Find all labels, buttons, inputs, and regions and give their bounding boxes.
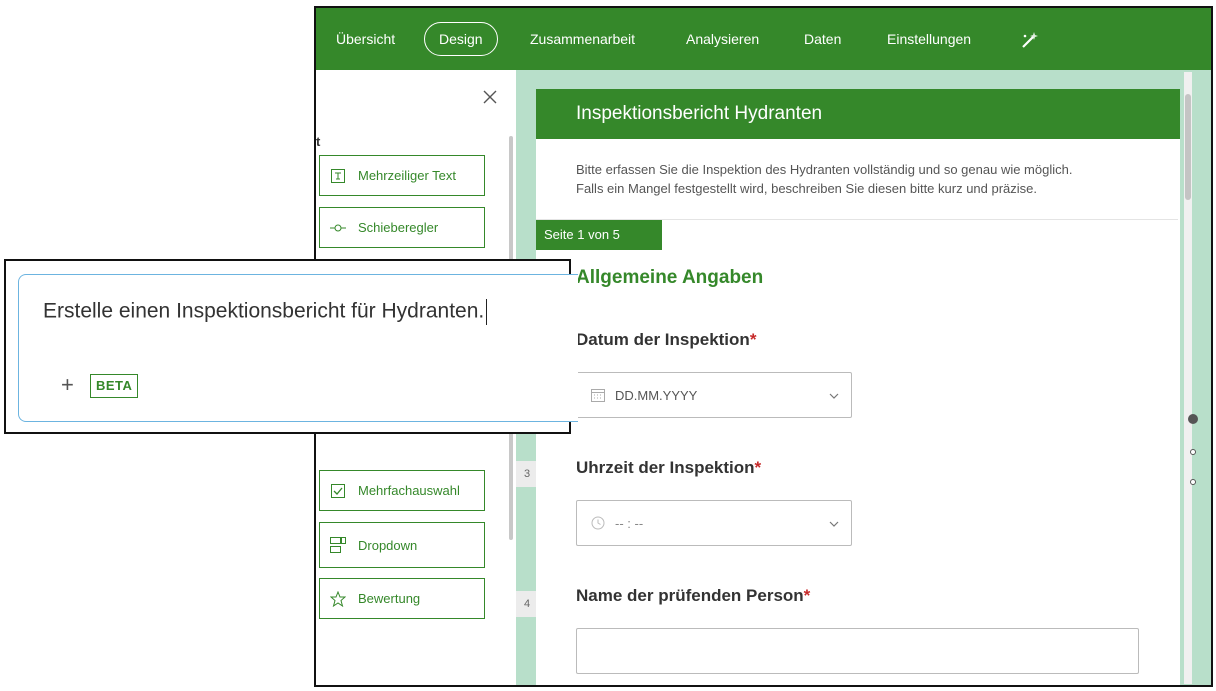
add-icon[interactable]: + <box>61 372 74 398</box>
element-multiline-text[interactable]: Mehrzeiliger Text <box>319 155 485 196</box>
wand-icon[interactable] <box>1020 30 1040 50</box>
question-label[interactable]: Name der prüfenden Person* <box>576 586 810 606</box>
ai-prompt-input[interactable]: Erstelle einen Inspektionsbericht für Hy… <box>18 274 578 422</box>
multiline-text-icon <box>330 168 346 184</box>
question-label[interactable]: Datum der Inspektion* <box>576 330 756 350</box>
date-placeholder: DD.MM.YYYY <box>615 387 698 403</box>
page-dot-active[interactable] <box>1188 414 1198 424</box>
element-multiple-choice[interactable]: Mehrfachauswahl <box>319 470 485 511</box>
nav-overview[interactable]: Übersicht <box>336 8 395 70</box>
element-label: Schieberegler <box>358 220 439 235</box>
prompt-value: Erstelle einen Inspektionsbericht für Hy… <box>43 299 485 323</box>
question-text: Datum der Inspektion <box>576 330 750 349</box>
question-label[interactable]: Uhrzeit der Inspektion* <box>576 458 761 478</box>
page-indicator: Seite 1 von 5 <box>536 220 662 250</box>
section-title[interactable]: Allgemeine Angaben <box>576 267 763 289</box>
page-dot[interactable] <box>1190 479 1196 485</box>
time-field[interactable]: -- : -- <box>576 500 852 546</box>
date-field[interactable]: DD.MM.YYYY <box>576 372 852 418</box>
element-label: Mehrfachauswahl <box>358 483 460 498</box>
form-title[interactable]: Inspektionsbericht Hydranten <box>536 89 1180 139</box>
nav-settings[interactable]: Einstellungen <box>887 8 971 70</box>
prompt-text[interactable]: Erstelle einen Inspektionsbericht für Hy… <box>43 299 488 325</box>
panel-section-heading: t <box>316 134 321 149</box>
dropdown-icon <box>330 537 346 553</box>
canvas-scrollbar[interactable] <box>1184 72 1192 684</box>
name-input[interactable] <box>576 628 1139 674</box>
nav-design[interactable]: Design <box>424 22 498 56</box>
nav-collaborate[interactable]: Zusammenarbeit <box>530 8 635 70</box>
ai-prompt-overlay: Erstelle einen Inspektionsbericht für Hy… <box>4 259 578 434</box>
row-number: 4 <box>516 591 538 617</box>
chevron-down-icon <box>829 389 839 404</box>
calendar-icon <box>591 388 605 402</box>
close-icon[interactable] <box>483 90 497 104</box>
page-dot[interactable] <box>1190 449 1196 455</box>
element-label: Bewertung <box>358 591 421 606</box>
scrollbar-thumb[interactable] <box>1185 94 1191 200</box>
chevron-down-icon <box>829 517 839 532</box>
element-rating[interactable]: Bewertung <box>319 578 485 619</box>
row-number: 3 <box>516 461 538 487</box>
nav-analyze[interactable]: Analysieren <box>686 8 759 70</box>
form-description-line: Bitte erfassen Sie die Inspektion des Hy… <box>576 162 1073 177</box>
form-card: Inspektionsbericht Hydranten Bitte erfas… <box>536 89 1180 685</box>
beta-badge: BETA <box>90 374 139 398</box>
element-dropdown[interactable]: Dropdown <box>319 522 485 568</box>
question-text: Uhrzeit der Inspektion <box>576 458 755 477</box>
checkbox-icon <box>330 483 346 499</box>
slider-icon <box>330 220 346 236</box>
top-nav-bar: Übersicht Design Zusammenarbeit Analysie… <box>316 8 1211 70</box>
text-caret <box>486 299 488 325</box>
star-icon <box>330 590 346 607</box>
element-slider[interactable]: Schieberegler <box>319 207 485 248</box>
question-text: Name der prüfenden Person <box>576 586 804 605</box>
time-placeholder: -- : -- <box>615 515 644 531</box>
required-marker: * <box>803 586 811 605</box>
required-marker: * <box>749 330 757 349</box>
required-marker: * <box>754 458 762 477</box>
element-label: Mehrzeiliger Text <box>358 168 457 183</box>
form-description-line: Falls ein Mangel festgestellt wird, besc… <box>576 181 1038 196</box>
nav-data[interactable]: Daten <box>804 8 841 70</box>
clock-icon <box>591 516 605 530</box>
element-label: Dropdown <box>358 537 418 553</box>
form-description[interactable]: Bitte erfassen Sie die Inspektion des Hy… <box>576 160 1166 198</box>
